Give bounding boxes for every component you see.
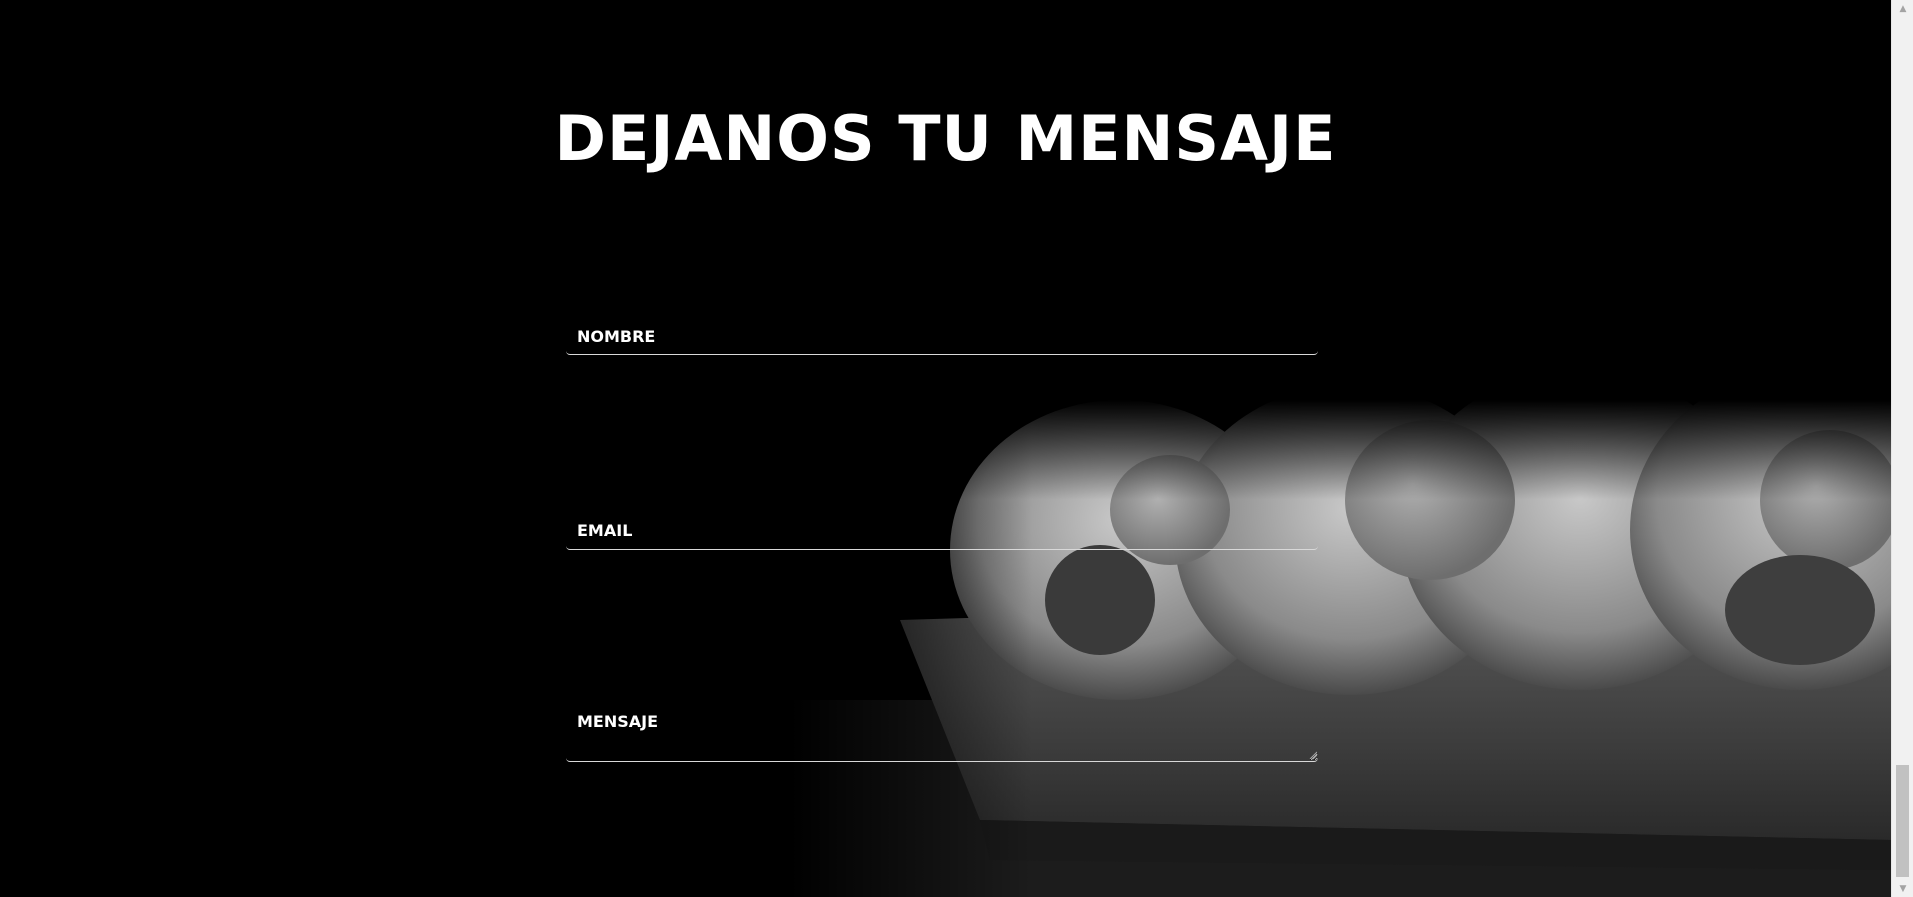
page-title: DEJANOS TU MENSAJE xyxy=(554,102,1337,175)
name-input[interactable] xyxy=(566,318,1318,354)
arrow-down-icon[interactable]: ▼ xyxy=(1892,880,1913,897)
message-textarea[interactable] xyxy=(566,706,1318,761)
email-input[interactable] xyxy=(566,512,1318,549)
email-field-container xyxy=(566,512,1318,550)
arrow-up-icon[interactable]: ▲ xyxy=(1892,0,1913,17)
page-scrollbar[interactable]: ▲ ▼ xyxy=(1891,0,1913,897)
name-field-container xyxy=(566,318,1318,355)
scrollbar-thumb[interactable] xyxy=(1896,765,1909,877)
background-sushi-image xyxy=(790,400,1892,897)
message-field-container xyxy=(566,706,1318,762)
